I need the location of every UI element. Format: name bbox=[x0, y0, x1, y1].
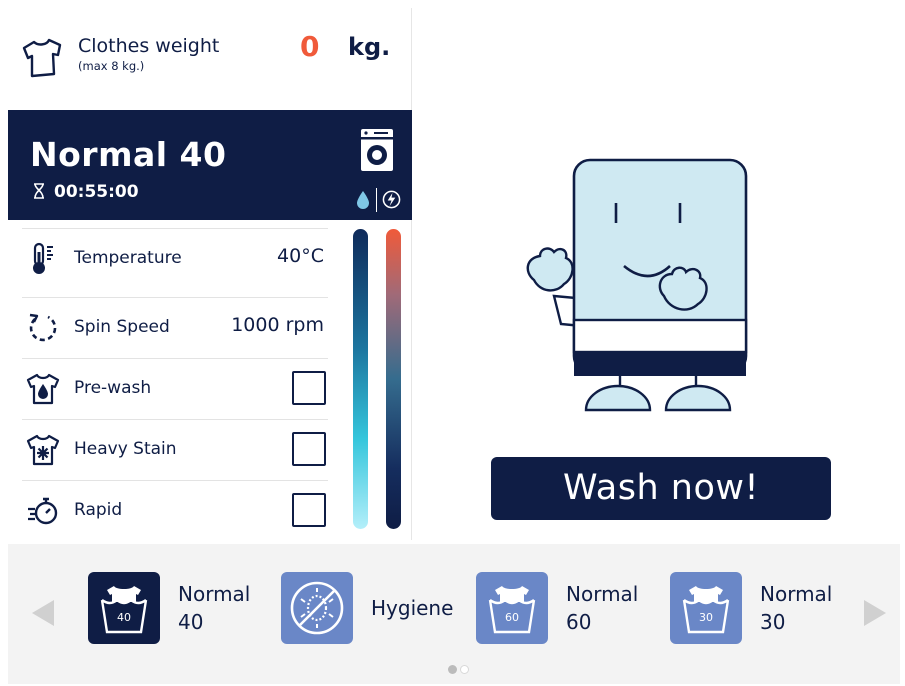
next-programs-arrow[interactable] bbox=[864, 600, 886, 626]
stopwatch-icon bbox=[28, 497, 58, 525]
spin-speed-gauge bbox=[386, 229, 401, 529]
thermometer-icon bbox=[33, 242, 53, 274]
pre-wash-checkbox[interactable] bbox=[292, 371, 326, 405]
spin-speed-value[interactable]: 1000 rpm bbox=[231, 314, 324, 336]
setting-pre-wash[interactable]: Pre-wash bbox=[22, 358, 328, 418]
clothes-weight-max: (max 8 kg.) bbox=[78, 59, 145, 73]
left-panel: Clothes weight (max 8 kg.) 0 kg. Normal … bbox=[8, 8, 412, 540]
setting-spin-speed[interactable]: Spin Speed 1000 rpm bbox=[22, 297, 328, 357]
rapid-label: Rapid bbox=[74, 500, 123, 520]
washing-mascot-illustration bbox=[526, 158, 748, 412]
program-tile-normal-30[interactable]: 30 bbox=[670, 572, 742, 644]
clothes-weight-row[interactable]: Clothes weight (max 8 kg.) 0 kg. bbox=[8, 8, 412, 110]
page-dot-active[interactable] bbox=[448, 665, 457, 674]
program-name: Normal 40 bbox=[30, 135, 227, 174]
rapid-checkbox[interactable] bbox=[292, 493, 326, 527]
setting-temperature[interactable]: Temperature 40°C bbox=[22, 228, 328, 288]
program-tile-normal-40[interactable]: 40 bbox=[88, 572, 160, 644]
program-label-name: Normal bbox=[760, 582, 833, 606]
program-tile-hygiene[interactable] bbox=[281, 572, 353, 644]
icon-divider bbox=[376, 188, 377, 212]
clothes-weight-unit: kg. bbox=[348, 33, 391, 61]
washing-machine-icon bbox=[361, 129, 393, 171]
page-dot[interactable] bbox=[460, 665, 469, 674]
program-label-name: Hygiene bbox=[371, 596, 454, 620]
wash-now-button[interactable]: Wash now! bbox=[491, 457, 831, 520]
wash-tub-icon bbox=[488, 586, 536, 634]
program-label-temp: 60 bbox=[566, 610, 592, 634]
tshirt-icon bbox=[22, 38, 62, 78]
selected-program-header: Normal 40 00:55:00 bbox=[8, 110, 412, 220]
water-drop-icon bbox=[357, 191, 369, 209]
clothes-weight-title: Clothes weight bbox=[78, 35, 220, 57]
spin-arrow-icon bbox=[29, 313, 57, 342]
tile-temperature-text: 40 bbox=[117, 611, 131, 624]
program-label-temp: 30 bbox=[760, 610, 786, 634]
spin-speed-label: Spin Speed bbox=[74, 317, 170, 337]
hourglass-icon bbox=[34, 183, 44, 199]
pre-wash-label: Pre-wash bbox=[74, 378, 152, 398]
program-label-name: Normal bbox=[566, 582, 639, 606]
setting-heavy-stain[interactable]: Heavy Stain bbox=[22, 419, 328, 479]
carousel-pagination bbox=[448, 665, 472, 675]
no-bacteria-icon bbox=[290, 581, 344, 635]
tile-temperature-text: 60 bbox=[505, 611, 519, 624]
wash-tub-icon bbox=[100, 586, 148, 634]
tile-temperature-text: 30 bbox=[699, 611, 713, 624]
temperature-label: Temperature bbox=[74, 248, 182, 268]
previous-programs-arrow[interactable] bbox=[32, 600, 54, 626]
clothes-weight-value: 0 bbox=[300, 30, 320, 63]
program-carousel: 40 Normal 40 Hygiene 60 Normal 60 30 Nor… bbox=[8, 544, 900, 684]
shirt-stain-icon bbox=[26, 434, 60, 466]
program-label-temp: 40 bbox=[178, 610, 204, 634]
heavy-stain-label: Heavy Stain bbox=[74, 439, 177, 459]
temperature-value[interactable]: 40°C bbox=[277, 245, 324, 267]
setting-rapid[interactable]: Rapid bbox=[22, 480, 328, 540]
program-label-name: Normal bbox=[178, 582, 251, 606]
heavy-stain-checkbox[interactable] bbox=[292, 432, 326, 466]
temperature-gauge bbox=[353, 229, 368, 529]
energy-bolt-icon bbox=[382, 190, 401, 209]
wash-tub-icon bbox=[682, 586, 730, 634]
shirt-drop-icon bbox=[26, 373, 60, 405]
program-tile-normal-60[interactable]: 60 bbox=[476, 572, 548, 644]
program-duration: 00:55:00 bbox=[54, 182, 139, 202]
